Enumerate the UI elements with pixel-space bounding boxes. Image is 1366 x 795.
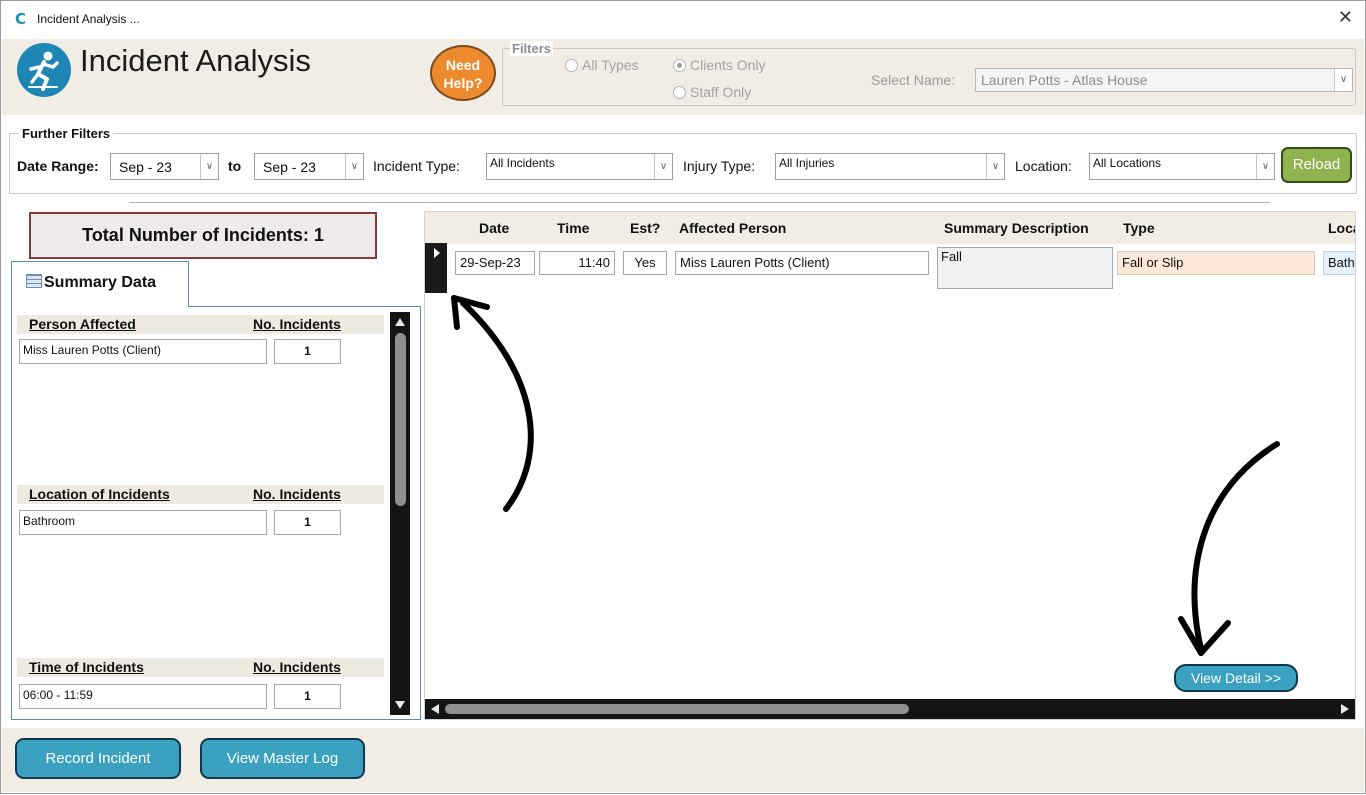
select-name-value: Lauren Potts - Atlas House <box>981 72 1148 88</box>
further-filters-legend: Further Filters <box>19 126 114 141</box>
radio-dot-selected <box>673 58 686 72</box>
date-to-select[interactable]: Sep - 23 ∨ <box>254 153 364 180</box>
count-header: No. Incidents <box>253 659 341 675</box>
summary-scrollbar[interactable] <box>390 312 410 715</box>
injury-type-value: All Injuries <box>779 156 835 170</box>
tab-summary-data[interactable]: Summary Data <box>11 261 189 307</box>
cell-date[interactable]: 29-Sep-23 <box>455 251 535 275</box>
section-title: Time of Incidents <box>29 659 144 675</box>
radio-all-types[interactable]: All Types <box>565 57 639 73</box>
close-icon[interactable]: ✕ <box>1338 7 1353 28</box>
table-icon <box>26 274 42 288</box>
time-header: Time of Incidents No. Incidents <box>17 658 384 677</box>
footer-bar: Record Incident View Master Log <box>2 728 1364 792</box>
time-range: 06:00 - 11:59 <box>19 684 267 709</box>
scroll-right-icon[interactable] <box>1341 704 1349 714</box>
col-time: Time <box>557 220 590 236</box>
chevron-down-icon[interactable]: ∨ <box>1256 154 1274 179</box>
incident-analysis-window: C Incident Analysis ... ✕ Incident Analy… <box>0 0 1366 794</box>
incident-grid: Date Time Est? Affected Person Summary D… <box>424 211 1356 720</box>
col-type: Type <box>1123 220 1155 236</box>
radio-label: Staff Only <box>690 84 752 100</box>
scroll-thumb[interactable] <box>445 704 909 714</box>
reload-button[interactable]: Reload <box>1281 147 1352 183</box>
cell-type[interactable]: Fall or Slip <box>1117 251 1315 275</box>
location-header: Location of Incidents No. Incidents <box>17 485 384 504</box>
to-label: to <box>228 158 242 174</box>
help-label-line2: Help? <box>443 75 483 91</box>
chevron-down-icon[interactable]: ∨ <box>654 154 672 179</box>
injury-type-select[interactable]: All Injuries ∨ <box>775 153 1005 180</box>
header-band: Incident Analysis Need Help? Filters All… <box>2 39 1364 115</box>
location-label: Location: <box>1015 158 1072 174</box>
person-affected-header: Person Affected No. Incidents <box>17 315 384 334</box>
cell-location[interactable]: Bath <box>1323 251 1355 275</box>
date-from-value: Sep - 23 <box>119 159 172 175</box>
cell-affected-person[interactable]: Miss Lauren Potts (Client) <box>675 251 929 275</box>
view-master-log-button[interactable]: View Master Log <box>200 738 365 779</box>
radio-dot <box>565 58 578 72</box>
person-falling-icon <box>17 43 71 97</box>
need-help-button[interactable]: Need Help? <box>430 45 496 101</box>
col-location: Loca <box>1328 220 1355 236</box>
record-incident-button[interactable]: Record Incident <box>15 738 181 779</box>
title-bar: C Incident Analysis ... ✕ <box>1 1 1365 39</box>
scroll-thumb[interactable] <box>395 333 406 506</box>
radio-label: All Types <box>582 57 639 73</box>
date-range-label: Date Range: <box>17 158 99 174</box>
chevron-down-icon[interactable]: ∨ <box>986 154 1004 179</box>
grid-header: Date Time Est? Affected Person Summary D… <box>425 212 1355 244</box>
section-title: Person Affected <box>29 316 136 332</box>
cell-summary-description[interactable]: Fall <box>937 247 1113 289</box>
date-from-select[interactable]: Sep - 23 ∨ <box>110 153 219 180</box>
radio-staff-only[interactable]: Staff Only <box>673 84 751 100</box>
total-incidents-banner: Total Number of Incidents: 1 <box>29 212 377 259</box>
scroll-down-icon[interactable] <box>395 701 405 709</box>
location-count: 1 <box>274 510 341 535</box>
scroll-left-icon[interactable] <box>431 704 439 714</box>
section-title: Location of Incidents <box>29 486 170 502</box>
filters-legend: Filters <box>510 41 554 56</box>
col-summary-description: Summary Description <box>944 220 1089 236</box>
chevron-down-icon[interactable]: ∨ <box>200 154 218 179</box>
incident-type-label: Incident Type: <box>373 158 460 174</box>
count-header: No. Incidents <box>253 316 341 332</box>
location-select[interactable]: All Locations ∨ <box>1089 153 1275 180</box>
col-affected-person: Affected Person <box>679 220 787 236</box>
help-label-line1: Need <box>445 57 481 73</box>
app-logo-icon: C <box>15 10 27 28</box>
grid-scrollbar[interactable] <box>425 699 1355 719</box>
incident-type-select[interactable]: All Incidents ∨ <box>486 153 673 180</box>
count-header: No. Incidents <box>253 486 341 502</box>
person-affected-name: Miss Lauren Potts (Client) <box>19 339 267 364</box>
row-selector[interactable] <box>425 243 447 293</box>
cell-est[interactable]: Yes <box>623 251 667 275</box>
chevron-down-icon[interactable]: ∨ <box>1334 69 1352 91</box>
person-affected-count: 1 <box>274 339 341 364</box>
time-count: 1 <box>274 684 341 709</box>
scroll-up-icon[interactable] <box>395 318 405 326</box>
col-est: Est? <box>630 220 661 236</box>
cell-time[interactable]: 11:40 <box>539 251 615 275</box>
radio-dot <box>673 85 686 99</box>
select-name-label: Select Name: <box>871 72 956 88</box>
location-value: All Locations <box>1093 156 1162 170</box>
page-title: Incident Analysis <box>80 43 311 78</box>
select-name-dropdown[interactable]: Lauren Potts - Atlas House ∨ <box>975 68 1353 92</box>
radio-label: Clients Only <box>690 57 766 73</box>
chevron-down-icon[interactable]: ∨ <box>345 154 363 179</box>
location-name: Bathroom <box>19 510 267 535</box>
date-to-value: Sep - 23 <box>263 159 316 175</box>
view-detail-button[interactable]: View Detail >> <box>1174 664 1298 692</box>
tab-label: Summary Data <box>44 274 157 291</box>
window-title: Incident Analysis ... <box>37 12 140 26</box>
injury-type-label: Injury Type: <box>683 158 756 174</box>
col-date: Date <box>479 220 510 236</box>
incident-type-value: All Incidents <box>490 156 555 170</box>
radio-clients-only[interactable]: Clients Only <box>673 57 765 73</box>
divider <box>129 202 1270 203</box>
